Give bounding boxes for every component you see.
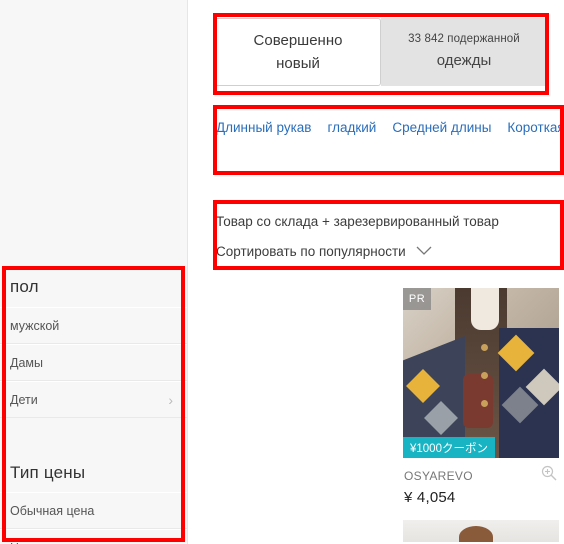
product-meta: OSYAREVO xyxy=(403,458,559,486)
filter-link-short-length[interactable]: Короткая длина xyxy=(507,120,564,135)
sidebar-item-label: Обычная цена xyxy=(10,504,95,519)
filter-link-medium-length[interactable]: Средней длины xyxy=(392,120,491,135)
sidebar-item-sale-price[interactable]: Цена продажи xyxy=(0,529,187,544)
filter-sidebar: пол мужской Дамы Дети › Тип цены Обычная… xyxy=(0,0,188,544)
tab-brand-new-line1: Совершенно xyxy=(253,31,343,49)
product-image[interactable] xyxy=(403,520,559,542)
filter-link-long-sleeve[interactable]: Длинный рукав xyxy=(216,120,311,135)
sidebar-heading-price-type: Тип цены xyxy=(10,462,86,482)
tab-used-line2: одежды xyxy=(436,52,492,70)
tab-brand-new[interactable]: Совершенно новый xyxy=(215,18,381,86)
product-card[interactable]: PR ¥1000クーポン OSYAREVO ¥ 4,054 xyxy=(403,288,559,506)
main-content: Совершенно новый 33 842 подержанной одеж… xyxy=(188,0,564,544)
sidebar-item-regular-price[interactable]: Обычная цена xyxy=(0,492,187,530)
filter-link-plain[interactable]: гладкий xyxy=(327,120,376,135)
product-image[interactable]: PR ¥1000クーポン xyxy=(403,288,559,458)
tab-brand-new-line2: новый xyxy=(276,55,320,72)
stock-filter-label[interactable]: Товар со склада + зарезервированный това… xyxy=(216,207,564,237)
sidebar-heading-gender: пол xyxy=(10,277,39,296)
pr-badge: PR xyxy=(403,288,431,310)
quick-filter-links: Длинный рукав гладкий Средней длины Коротка… xyxy=(216,115,564,140)
magnifier-plus-icon[interactable] xyxy=(541,465,557,486)
product-price: ¥ 4,054 xyxy=(404,489,456,506)
chevron-right-icon: › xyxy=(168,391,173,408)
product-row-partial xyxy=(403,520,564,542)
product-grid: PR ¥1000クーポン OSYAREVO ¥ 4,054 xyxy=(403,288,564,542)
sort-dropdown-label: Сортировать по популярности xyxy=(216,244,406,259)
sidebar-section-gender: пол мужской Дамы Дети › xyxy=(0,266,187,418)
coupon-badge: ¥1000クーポン xyxy=(403,437,495,458)
sort-controls: Товар со склада + зарезервированный това… xyxy=(216,207,564,267)
product-brand: OSYAREVO xyxy=(404,468,473,483)
sidebar-item-label: Дамы xyxy=(10,355,43,370)
tab-used-clothing[interactable]: 33 842 подержанной одежды xyxy=(381,18,547,86)
sidebar-item-label: Дети xyxy=(10,392,38,407)
sidebar-item-kids[interactable]: Дети › xyxy=(0,380,187,418)
sidebar-top-spacer xyxy=(0,0,187,266)
sidebar-item-ladies[interactable]: Дамы xyxy=(0,343,187,381)
product-card[interactable] xyxy=(403,520,559,542)
tab-used-count: 33 842 подержанной xyxy=(408,33,520,46)
chevron-down-icon xyxy=(416,237,432,267)
product-row: PR ¥1000クーポン OSYAREVO ¥ 4,054 xyxy=(403,288,564,506)
sidebar-item-male[interactable]: мужской xyxy=(0,306,187,344)
sidebar-item-label: мужской xyxy=(10,318,60,333)
condition-tab-group: Совершенно новый 33 842 подержанной одеж… xyxy=(215,18,547,86)
sort-dropdown[interactable]: Сортировать по популярности xyxy=(216,237,564,267)
sidebar-section-price-type: Тип цены Обычная цена Цена продажи xyxy=(0,452,187,544)
page-root: пол мужской Дамы Дети › Тип цены Обычная… xyxy=(0,0,564,544)
sidebar-section-divider xyxy=(0,417,187,452)
